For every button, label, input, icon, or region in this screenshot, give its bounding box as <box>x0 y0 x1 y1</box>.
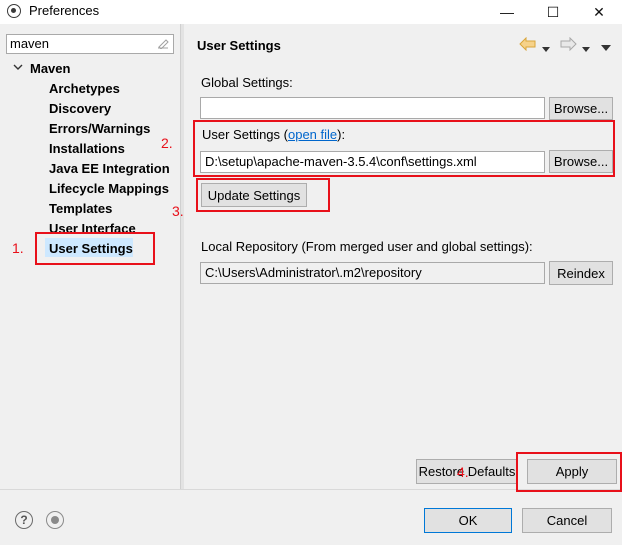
tree-item-lifecycle-mappings[interactable]: Lifecycle Mappings <box>49 181 169 196</box>
window-title: Preferences <box>29 3 100 18</box>
tree-item-user-interface[interactable]: User Interface <box>49 221 136 236</box>
update-settings-button[interactable]: Update Settings <box>201 183 307 207</box>
global-settings-browse-button[interactable]: Browse... <box>549 97 613 120</box>
minimize-button[interactable]: — <box>484 0 530 24</box>
annotation-step-4: 4. <box>457 464 469 480</box>
global-settings-field[interactable] <box>200 97 545 119</box>
user-settings-label-prefix: User Settings ( <box>202 127 288 142</box>
user-settings-label-suffix: ): <box>337 127 346 142</box>
panel-divider[interactable] <box>180 24 184 490</box>
bottom-separator <box>0 489 622 490</box>
filter-input[interactable] <box>7 35 153 52</box>
local-repository-label: Local Repository (From merged user and g… <box>201 239 533 254</box>
close-button[interactable]: ✕ <box>576 0 622 24</box>
maximize-button[interactable]: ☐ <box>530 0 576 24</box>
tree-item-java-ee-integration[interactable]: Java EE Integration <box>49 161 170 176</box>
forward-arrow-icon[interactable] <box>559 36 577 54</box>
eclipse-app-icon <box>7 4 21 18</box>
annotation-step-3: 3. <box>172 203 184 219</box>
help-icon[interactable]: ? <box>15 511 33 529</box>
tree-item-errors-warnings[interactable]: Errors/Warnings <box>49 121 150 136</box>
import-export-icon[interactable] <box>46 511 64 529</box>
tree-item-templates[interactable]: Templates <box>49 201 112 216</box>
user-settings-browse-button[interactable]: Browse... <box>549 150 613 173</box>
tree-item-user-settings[interactable]: User Settings <box>49 241 133 256</box>
tree-item-discovery[interactable]: Discovery <box>49 101 111 116</box>
tree-item-installations[interactable]: Installations <box>49 141 125 156</box>
user-settings-label: User Settings (open file): <box>202 127 345 142</box>
annotation-step-1: 1. <box>12 240 24 256</box>
view-menu-icon[interactable] <box>601 40 611 55</box>
forward-menu-chevron-icon[interactable] <box>582 41 590 56</box>
reindex-button[interactable]: Reindex <box>549 261 613 285</box>
tree-item-maven[interactable]: Maven <box>30 61 70 76</box>
ok-button[interactable]: OK <box>424 508 512 533</box>
back-arrow-icon[interactable] <box>519 36 537 54</box>
global-settings-label: Global Settings: <box>201 75 293 90</box>
local-repository-field: C:\Users\Administrator\.m2\repository <box>200 262 545 284</box>
back-menu-chevron-icon[interactable] <box>542 41 550 56</box>
tree-expand-chevron-icon[interactable] <box>13 62 23 75</box>
user-settings-field[interactable]: D:\setup\apache-maven-3.5.4\conf\setting… <box>200 151 545 173</box>
apply-button[interactable]: Apply <box>527 459 617 484</box>
clear-filter-icon[interactable] <box>157 37 169 52</box>
tree-item-archetypes[interactable]: Archetypes <box>49 81 120 96</box>
open-file-link[interactable]: open file <box>288 127 337 142</box>
cancel-button[interactable]: Cancel <box>522 508 612 533</box>
filter-field[interactable] <box>6 34 174 54</box>
page-title: User Settings <box>197 38 281 53</box>
annotation-step-2: 2. <box>161 135 173 151</box>
